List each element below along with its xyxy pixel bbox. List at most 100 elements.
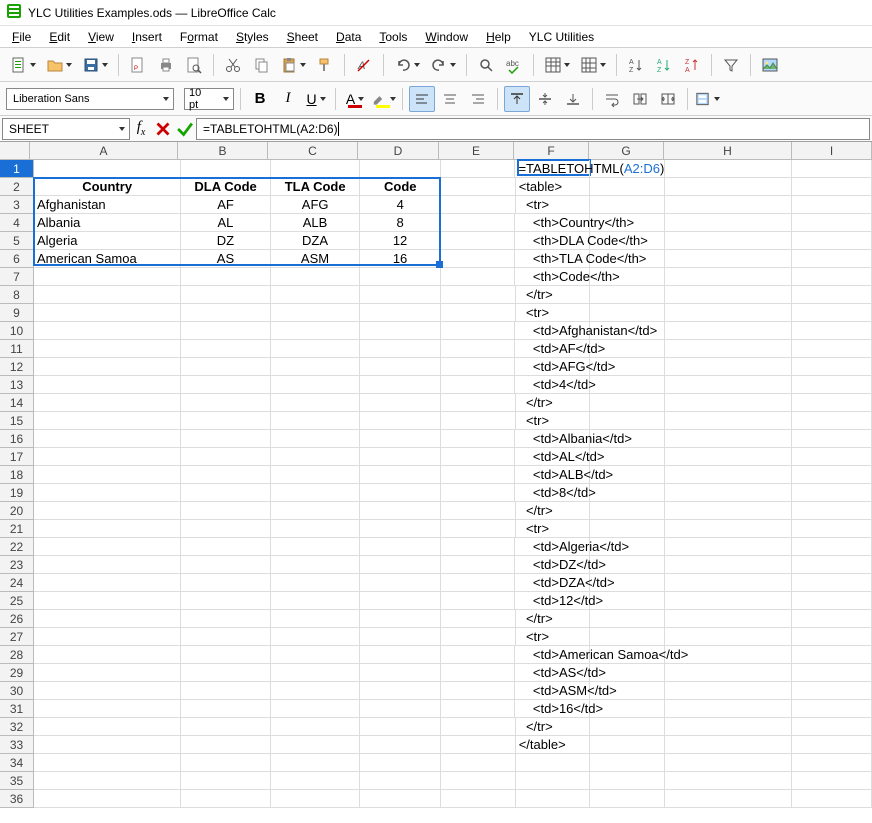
cell-F22[interactable]: <td>Algeria</td> (515, 538, 590, 556)
cell-H29[interactable] (665, 664, 792, 682)
cell-B18[interactable] (181, 466, 271, 484)
cell-D20[interactable] (360, 502, 441, 520)
cell-F2[interactable]: <table> (516, 178, 591, 196)
cell-D33[interactable] (360, 736, 441, 754)
cell-I11[interactable] (792, 340, 872, 358)
cell-I13[interactable] (792, 376, 872, 394)
cell-D16[interactable] (360, 430, 441, 448)
menu-data[interactable]: Data (328, 28, 369, 46)
cell-D3[interactable]: 4 (360, 196, 441, 214)
cell-G34[interactable] (590, 754, 665, 772)
cancel-button[interactable] (152, 118, 174, 140)
cell-D30[interactable] (360, 682, 441, 700)
accept-button[interactable] (174, 118, 196, 140)
cell-D27[interactable] (360, 628, 441, 646)
cell-E28[interactable] (441, 646, 516, 664)
cell-C23[interactable] (271, 556, 361, 574)
cell-D25[interactable] (360, 592, 441, 610)
font-size-dropdown[interactable] (217, 89, 233, 109)
cell-B22[interactable] (181, 538, 271, 556)
cell-H21[interactable] (665, 520, 792, 538)
open-button[interactable] (42, 52, 76, 78)
cell-E11[interactable] (441, 340, 516, 358)
row-button[interactable] (540, 52, 574, 78)
cell-B24[interactable] (181, 574, 271, 592)
underline-button[interactable]: U (303, 86, 329, 112)
cell-D9[interactable] (360, 304, 441, 322)
cell-B2[interactable]: DLA Code (181, 178, 271, 196)
cell-C17[interactable] (271, 448, 361, 466)
cell-I29[interactable] (792, 664, 872, 682)
cell-I27[interactable] (792, 628, 872, 646)
merge-cells-button[interactable] (627, 86, 653, 112)
cell-A4[interactable]: Albania (34, 214, 181, 232)
cell-G36[interactable] (590, 790, 665, 808)
row-header-13[interactable]: 13 (0, 376, 33, 394)
cell-D19[interactable] (360, 484, 441, 502)
cell-I36[interactable] (792, 790, 872, 808)
cell-A28[interactable] (34, 646, 181, 664)
cell-D32[interactable] (360, 718, 441, 736)
cell-E19[interactable] (441, 484, 516, 502)
cell-A8[interactable] (34, 286, 181, 304)
italic-button[interactable]: I (275, 86, 301, 112)
cell-H22[interactable] (665, 538, 792, 556)
cell-A14[interactable] (34, 394, 181, 412)
row-header-11[interactable]: 11 (0, 340, 33, 358)
cell-I25[interactable] (792, 592, 872, 610)
cell-E25[interactable] (441, 592, 516, 610)
column-header-H[interactable]: H (664, 142, 792, 159)
cell-B23[interactable] (181, 556, 271, 574)
cell-B8[interactable] (181, 286, 271, 304)
cell-E1[interactable] (441, 160, 516, 178)
row-header-12[interactable]: 12 (0, 358, 33, 376)
cell-H25[interactable] (665, 592, 792, 610)
undo-button[interactable] (390, 52, 424, 78)
cell-A35[interactable] (34, 772, 181, 790)
cell-B34[interactable] (181, 754, 271, 772)
cell-I16[interactable] (792, 430, 872, 448)
align-center-button[interactable] (437, 86, 463, 112)
cell-E20[interactable] (441, 502, 516, 520)
cell-B25[interactable] (181, 592, 271, 610)
cell-E26[interactable] (441, 610, 516, 628)
cell-B13[interactable] (181, 376, 271, 394)
cell-H24[interactable] (665, 574, 792, 592)
cell-H20[interactable] (665, 502, 792, 520)
cell-B9[interactable] (181, 304, 271, 322)
cell-A9[interactable] (34, 304, 181, 322)
cell-G8[interactable] (590, 286, 665, 304)
cell-I1[interactable] (792, 160, 872, 178)
cell-D36[interactable] (360, 790, 441, 808)
cell-E14[interactable] (441, 394, 516, 412)
cell-I34[interactable] (792, 754, 872, 772)
cell-C4[interactable]: ALB (271, 214, 361, 232)
cell-I24[interactable] (792, 574, 872, 592)
cell-F8[interactable]: </tr> (516, 286, 591, 304)
unmerge-cells-button[interactable] (655, 86, 681, 112)
select-all-corner[interactable] (0, 142, 30, 160)
cell-I10[interactable] (792, 322, 872, 340)
cell-I9[interactable] (792, 304, 872, 322)
cell-I23[interactable] (792, 556, 872, 574)
cell-H26[interactable] (665, 610, 792, 628)
row-header-4[interactable]: 4 (0, 214, 33, 232)
cell-D14[interactable] (360, 394, 441, 412)
cell-A36[interactable] (34, 790, 181, 808)
cell-C33[interactable] (271, 736, 361, 754)
function-wizard-button[interactable]: fx (130, 118, 152, 140)
cell-B6[interactable]: AS (181, 250, 271, 268)
cell-C9[interactable] (271, 304, 361, 322)
cell-A20[interactable] (34, 502, 181, 520)
cell-C14[interactable] (271, 394, 361, 412)
cell-E5[interactable] (441, 232, 516, 250)
cell-A12[interactable] (34, 358, 181, 376)
cell-F1[interactable]: =TABLETOHTML(A2:D6) (515, 160, 590, 178)
column-header-B[interactable]: B (178, 142, 268, 159)
cell-E21[interactable] (441, 520, 516, 538)
cell-H19[interactable] (665, 484, 792, 502)
cell-G21[interactable] (590, 520, 665, 538)
cell-B16[interactable] (181, 430, 271, 448)
cell-F11[interactable]: <td>AF</td> (515, 340, 590, 358)
cell-E3[interactable] (441, 196, 516, 214)
